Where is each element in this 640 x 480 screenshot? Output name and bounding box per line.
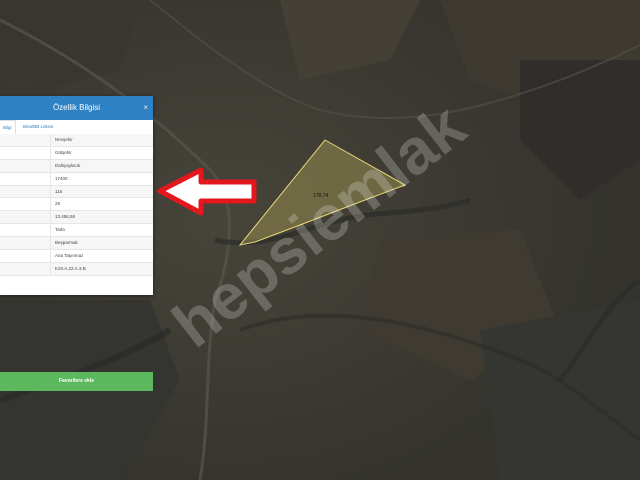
attribute-row: Beşparmak: [0, 237, 153, 251]
attribute-row: Tarla: [0, 224, 153, 238]
panel-title: Özellik Bilgisi: [52, 103, 101, 112]
attribute-value: 17400: [55, 175, 68, 181]
attribute-value: Nevşehir: [55, 137, 73, 142]
attribute-value: Gülşehir: [55, 149, 72, 155]
tab-building-list[interactable]: Bina/BB Listesi: [20, 120, 56, 134]
attribute-row: 115: [0, 185, 153, 199]
attribute-value: 13.456,58: [55, 214, 76, 220]
attribute-row: Ana Taşınmaz: [0, 250, 153, 263]
attribute-row: K33.A.22.A.3.B: [0, 262, 153, 276]
attribute-value: Tarla: [55, 227, 65, 233]
tab-info[interactable]: Bilgi: [0, 120, 16, 135]
close-icon[interactable]: ×: [143, 96, 148, 120]
attribute-row: 13.456,58: [0, 211, 153, 225]
attribute-row: Dallıyaylacık: [0, 159, 153, 173]
attribute-value: Dallıyaylacık: [55, 162, 81, 168]
attribute-value: 29: [55, 201, 61, 207]
attribute-value: Beşparmak: [55, 240, 78, 246]
attribute-row: 29: [0, 198, 153, 212]
attribute-value: 115: [55, 188, 63, 194]
attribute-row: Nevşehir: [0, 134, 153, 147]
attribute-value: K33.A.22.A.3.B: [55, 265, 86, 271]
attribute-value: Ana Taşınmaz: [55, 253, 84, 259]
property-attributes: Nevşehir Gülşehir Dallıyaylacık 17400 11…: [0, 134, 153, 276]
panel-header: Özellik Bilgisi ×: [0, 96, 153, 120]
add-to-favorites-button[interactable]: Favorilere ekle: [0, 372, 153, 391]
property-info-panel: Özellik Bilgisi × Bilgi Bina/BB Listesi …: [0, 96, 153, 391]
attribute-row: Gülşehir: [0, 146, 153, 160]
attribute-row: 17400: [0, 172, 153, 186]
panel-tabs: Bilgi Bina/BB Listesi: [0, 120, 153, 135]
